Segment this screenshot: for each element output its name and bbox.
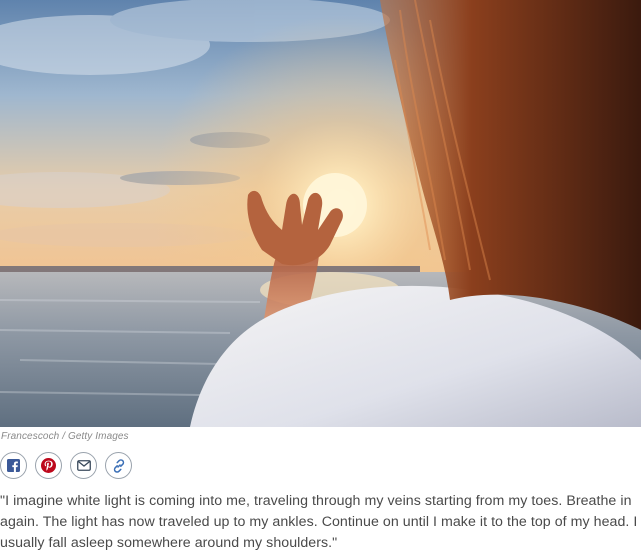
share-facebook-button[interactable] xyxy=(0,452,27,479)
pinterest-icon xyxy=(41,458,56,473)
share-email-button[interactable] xyxy=(70,452,97,479)
email-icon xyxy=(76,460,91,471)
hero-photo xyxy=(0,0,641,427)
photo-credit: Francescoch / Getty Images xyxy=(1,431,129,442)
copy-link-button[interactable] xyxy=(105,452,132,479)
share-bar xyxy=(0,452,132,479)
link-icon xyxy=(113,458,124,473)
share-pinterest-button[interactable] xyxy=(35,452,62,479)
facebook-icon xyxy=(7,459,20,472)
sunset-hand-photo xyxy=(0,0,641,427)
article-quote: "I imagine white light is coming into me… xyxy=(0,493,638,551)
